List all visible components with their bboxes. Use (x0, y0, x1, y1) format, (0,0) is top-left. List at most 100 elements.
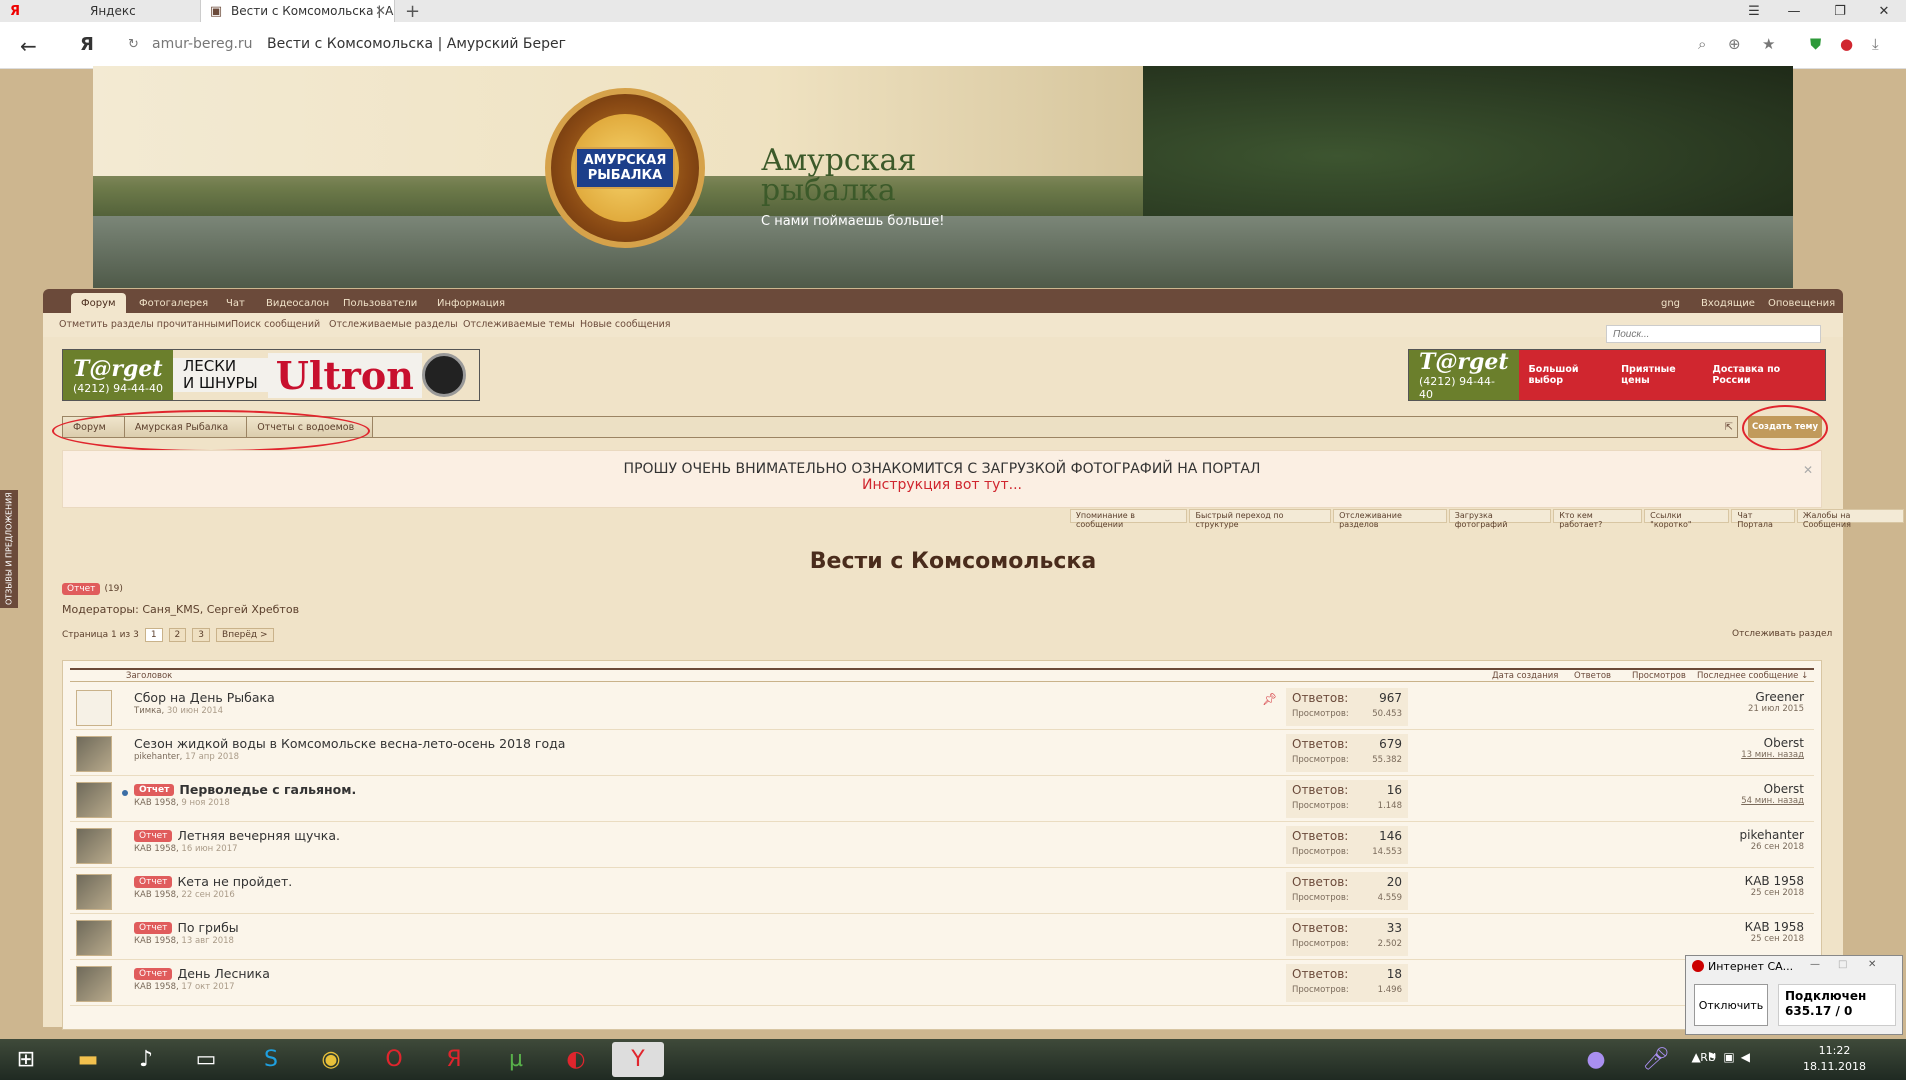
last-post-date[interactable]: 26 сен 2018 (1418, 842, 1804, 852)
avatar[interactable] (76, 736, 112, 772)
col-date[interactable]: Дата создания (1492, 671, 1558, 681)
nav-alerts[interactable]: Оповещения (1758, 293, 1845, 313)
utorrent-icon[interactable]: µ (490, 1042, 542, 1077)
last-post-date[interactable]: 54 мин. назад (1418, 796, 1804, 806)
thread-row[interactable]: Сезон жидкой воды в Комсомольске весна-л… (70, 730, 1814, 776)
thread-prefix[interactable]: Отчет (134, 829, 173, 842)
vpn-minimize-icon[interactable]: — (1810, 959, 1820, 970)
star-icon[interactable]: ★ (1762, 35, 1775, 53)
site-logo[interactable]: АМУРСКАЯ РЫБАЛКА (545, 88, 705, 248)
chrome-icon[interactable]: ◉ (305, 1042, 357, 1077)
notice-link[interactable]: Инструкция вот тут... (63, 477, 1821, 493)
thread-title[interactable]: Сбор на День Рыбака (134, 690, 275, 705)
search-input[interactable] (1606, 325, 1821, 343)
close-window-button[interactable]: ✕ (1866, 0, 1902, 22)
subnav-watched-threads[interactable]: Отслеживаемые темы (463, 319, 575, 330)
restore-button[interactable]: ❐ (1822, 0, 1858, 22)
thread-date[interactable]: 16 июн 2017 (181, 844, 237, 854)
yandex-browser-icon[interactable]: Y (612, 1042, 664, 1077)
thread-date[interactable]: 17 окт 2017 (181, 982, 234, 992)
last-post-date[interactable]: 25 сен 2018 (1418, 888, 1804, 898)
avatar[interactable] (76, 966, 112, 1002)
thread-date[interactable]: 22 сен 2016 (181, 890, 234, 900)
explorer-icon[interactable]: ▬ (62, 1042, 114, 1077)
col-last[interactable]: Последнее сообщение ↓ (1697, 671, 1808, 681)
thread-prefix[interactable]: Отчет (134, 967, 173, 980)
thread-title[interactable]: Кета не пройдет. (177, 874, 292, 889)
thread-author[interactable]: pikehanter, (134, 752, 182, 762)
thread-date[interactable]: 13 авг 2018 (181, 936, 234, 946)
nav-video[interactable]: Видеосалон (256, 293, 339, 313)
last-post-user[interactable]: pikehanter (1418, 828, 1804, 842)
thread-title[interactable]: День Лесника (177, 966, 269, 981)
page-3[interactable]: 3 (192, 628, 211, 642)
page-1[interactable]: 1 (144, 628, 163, 642)
shield-icon[interactable]: ⛊ (1810, 35, 1821, 53)
avatar[interactable] (76, 690, 112, 726)
adblock-icon[interactable]: ● (1840, 35, 1853, 53)
yandex-app-icon[interactable]: Я (428, 1042, 480, 1077)
quick-link[interactable]: Загрузка фотографий (1448, 509, 1552, 529)
page-2[interactable]: 2 (168, 628, 187, 642)
thread-title[interactable]: Летняя вечерняя щучка. (177, 828, 340, 843)
col-title[interactable]: Заголовок (126, 671, 172, 681)
reload-icon[interactable]: ↻ (128, 37, 139, 52)
avatar[interactable] (76, 874, 112, 910)
quick-link[interactable]: Кто кем работает? (1553, 509, 1643, 529)
jump-icon[interactable]: ⇱ (1725, 422, 1733, 433)
col-views[interactable]: Просмотров (1632, 671, 1686, 681)
last-post-date[interactable]: 13 мин. назад (1418, 750, 1804, 760)
nav-gallery[interactable]: Фотогалерея (129, 293, 218, 313)
tray-icons[interactable]: ▲⚑▣◀ (1691, 1050, 1756, 1064)
quick-link[interactable]: Ссылки "коротко" (1644, 509, 1730, 529)
ad-banner-right[interactable]: T@rget (4212) 94-44-40 Большой выбор При… (1408, 349, 1826, 401)
thread-row[interactable]: Отчет Летняя вечерняя щучка. КАВ 1958, 1… (70, 822, 1814, 868)
thread-title[interactable]: По грибы (177, 920, 238, 935)
quick-link[interactable]: Упоминание в сообщении (1070, 509, 1188, 529)
last-post-user[interactable]: Greener (1418, 690, 1804, 704)
nav-info[interactable]: Информация (427, 293, 515, 313)
thread-row[interactable]: Отчет Перволедье с гальяном. КАВ 1958, 9… (70, 776, 1814, 822)
vpn-close-icon[interactable]: ✕ (1868, 959, 1876, 970)
thread-date[interactable]: 17 апр 2018 (185, 752, 239, 762)
skype-icon[interactable]: S (245, 1042, 297, 1077)
quick-link[interactable]: Жалобы на Сообщения (1796, 509, 1904, 529)
close-tab-icon[interactable]: ✕ (375, 4, 386, 19)
alice-icon[interactable]: ● (1570, 1042, 1622, 1077)
thread-author[interactable]: КАВ 1958, (134, 890, 179, 900)
thread-author[interactable]: КАВ 1958, (134, 844, 179, 854)
last-post-user[interactable]: КАВ 1958 (1418, 920, 1804, 934)
subnav-mark-read[interactable]: Отметить разделы прочитанными (59, 319, 231, 330)
minimize-button[interactable]: — (1776, 0, 1812, 22)
thread-date[interactable]: 30 июн 2014 (167, 706, 223, 716)
close-notice-icon[interactable]: ✕ (1803, 463, 1813, 477)
thread-row[interactable]: Отчет По грибы КАВ 1958, 13 авг 2018 Отв… (70, 914, 1814, 960)
nav-forum[interactable]: Форум (71, 293, 126, 313)
thread-prefix[interactable]: Отчет (134, 875, 173, 888)
avatar[interactable] (76, 782, 112, 818)
prefix-badge[interactable]: Отчет (62, 583, 101, 595)
download-icon[interactable]: ⤓ (1872, 35, 1879, 53)
next-page[interactable]: Вперёд > (216, 628, 274, 642)
last-post-user[interactable]: Oberst (1418, 782, 1804, 796)
volume-app-icon[interactable]: ♪ (120, 1042, 172, 1077)
nav-inbox[interactable]: Входящие (1691, 293, 1765, 313)
last-post-user[interactable]: Oberst (1418, 736, 1804, 750)
new-tab-button[interactable]: + (405, 0, 420, 22)
tab-yandex[interactable]: Я Яндекс (0, 0, 200, 22)
thread-title[interactable]: Перволедье с гальяном. (179, 782, 356, 797)
thread-row[interactable]: Отчет День Лесника КАВ 1958, 17 окт 2017… (70, 960, 1814, 1006)
tab-current[interactable]: ▣ Вести с Комсомольска | А ✕ (200, 0, 395, 22)
col-replies[interactable]: Ответов (1574, 671, 1611, 681)
last-post-date[interactable]: 21 июл 2015 (1418, 704, 1804, 714)
vpn-app-icon[interactable]: ◐ (550, 1042, 602, 1077)
thread-title[interactable]: Сезон жидкой воды в Комсомольске весна-л… (134, 736, 565, 751)
ad-banner-left[interactable]: T@rget (4212) 94-44-40 ЛЕСКИ И ШНУРЫ Ult… (62, 349, 480, 401)
last-post-date[interactable]: 25 сен 2018 (1418, 934, 1804, 944)
subnav-search[interactable]: Поиск сообщений (231, 319, 320, 330)
vpn-disconnect-button[interactable]: Отключить (1694, 984, 1768, 1026)
menu-icon[interactable]: ☰ (1736, 0, 1772, 22)
thread-prefix[interactable]: Отчет (134, 921, 173, 934)
translate-icon[interactable]: ⊕ (1728, 35, 1741, 53)
desktop-icon[interactable]: ▭ (180, 1042, 232, 1077)
